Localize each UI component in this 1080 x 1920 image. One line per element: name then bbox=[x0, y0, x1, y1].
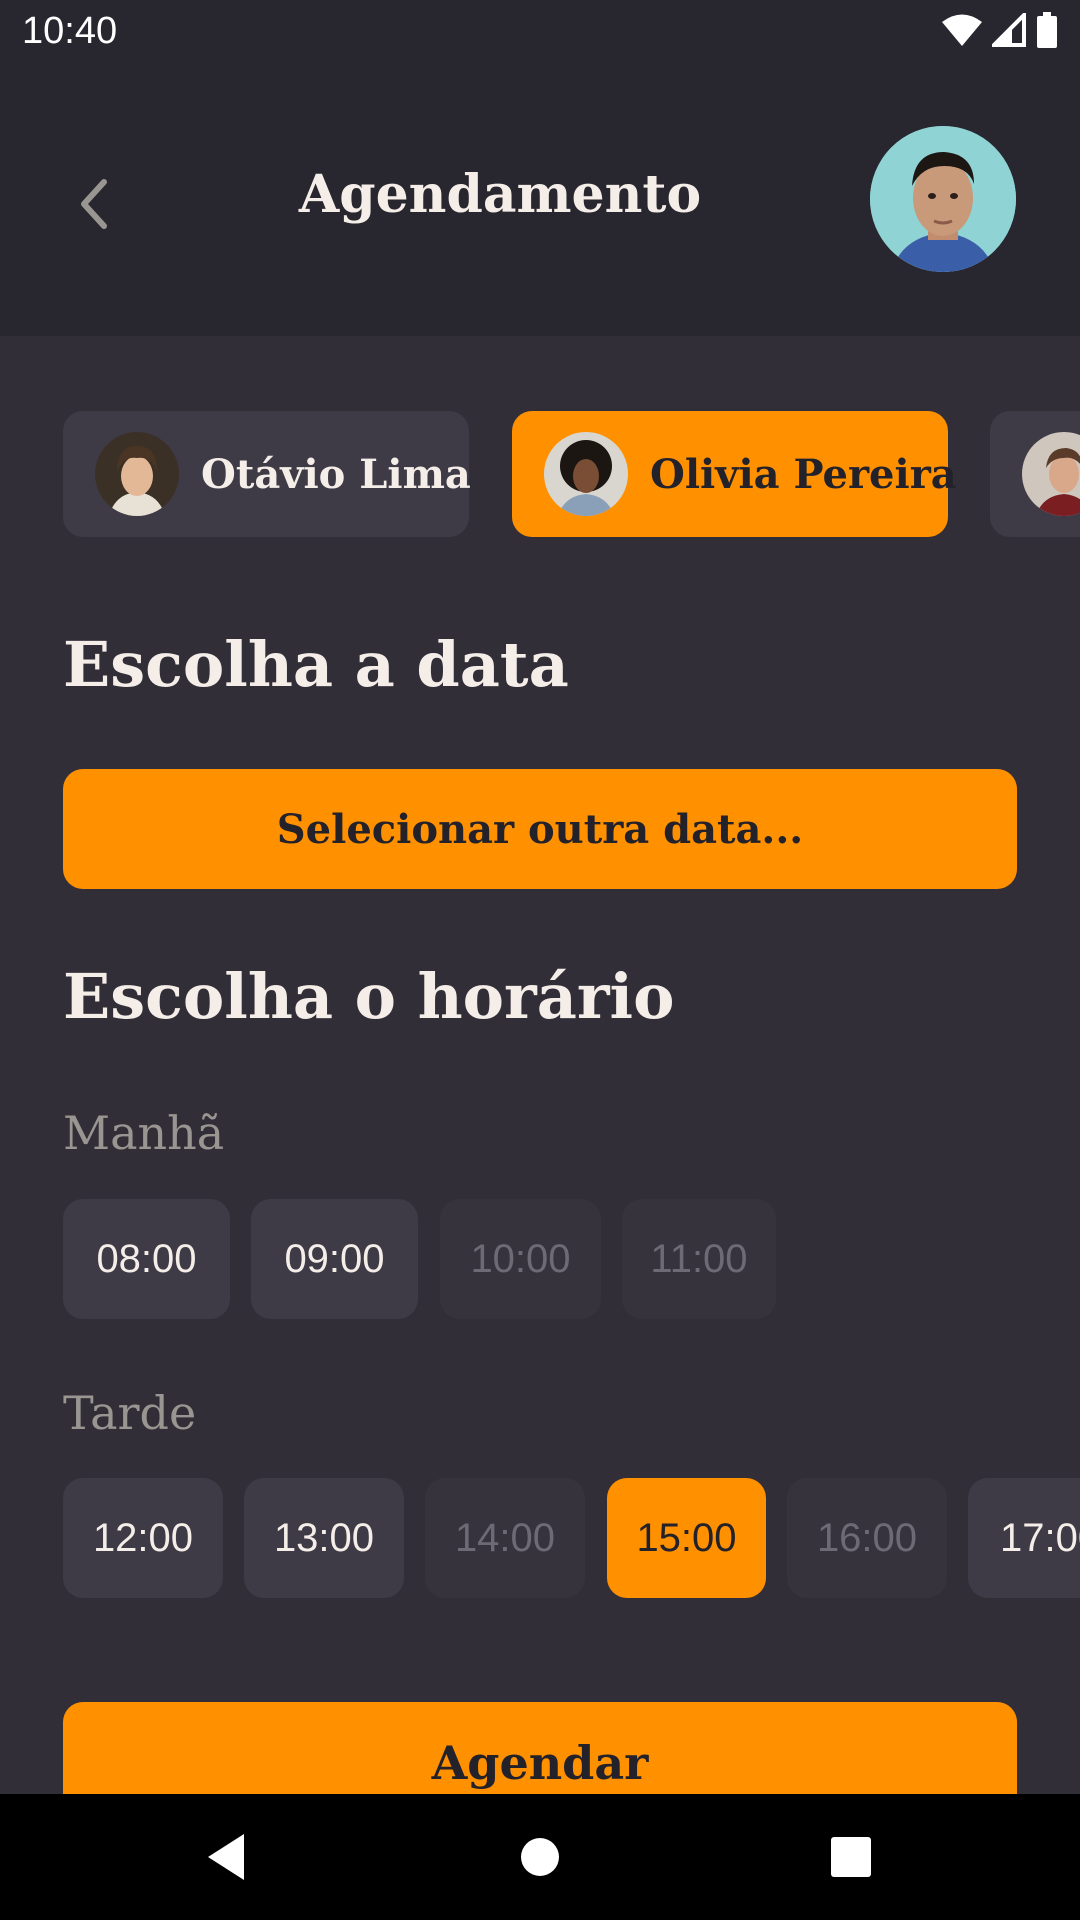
status-icons bbox=[942, 12, 1058, 48]
provider-card-partial[interactable] bbox=[990, 411, 1080, 537]
nav-back-icon[interactable] bbox=[200, 1824, 266, 1890]
hour-slot-unavailable: 14:00 bbox=[425, 1478, 585, 1598]
time-section-title: Escolha o horário bbox=[63, 960, 675, 1033]
provider-avatar bbox=[1022, 432, 1080, 516]
morning-label: Manhã bbox=[63, 1106, 225, 1160]
app-header: Agendamento bbox=[0, 64, 1080, 336]
provider-avatar bbox=[95, 432, 179, 516]
system-nav-bar bbox=[0, 1794, 1080, 1920]
provider-list: Otávio Lima Olivia Pereira bbox=[63, 411, 1080, 537]
hour-slot[interactable]: 09:00 bbox=[251, 1199, 418, 1319]
battery-icon bbox=[1037, 12, 1057, 48]
nav-recents-icon[interactable] bbox=[818, 1824, 884, 1890]
nav-home-icon[interactable] bbox=[507, 1824, 573, 1890]
hour-slot[interactable]: 08:00 bbox=[63, 1199, 230, 1319]
date-section-title: Escolha a data bbox=[63, 628, 569, 701]
status-time: 10:40 bbox=[22, 10, 118, 52]
hour-slot-unavailable: 10:00 bbox=[440, 1199, 601, 1319]
hour-slot-unavailable: 11:00 bbox=[622, 1199, 776, 1319]
page-title: Agendamento bbox=[298, 164, 702, 225]
afternoon-hours: 12:00 13:00 14:00 15:00 16:00 17:00 bbox=[0, 1478, 1080, 1598]
hour-slot-selected[interactable]: 15:00 bbox=[607, 1478, 766, 1598]
morning-hours: 08:00 09:00 10:00 11:00 bbox=[0, 1199, 1080, 1319]
afternoon-label: Tarde bbox=[63, 1386, 197, 1440]
hour-slot-unavailable: 16:00 bbox=[787, 1478, 947, 1598]
provider-name: Olivia Pereira bbox=[650, 450, 957, 498]
status-bar: 10:40 bbox=[0, 0, 1080, 64]
provider-card-otavio-lima[interactable]: Otávio Lima bbox=[63, 411, 471, 537]
provider-name: Otávio Lima bbox=[201, 450, 471, 498]
user-avatar[interactable] bbox=[870, 126, 1016, 272]
wifi-icon bbox=[942, 14, 982, 46]
hour-slot[interactable]: 13:00 bbox=[244, 1478, 404, 1598]
signal-icon bbox=[992, 13, 1026, 47]
provider-avatar bbox=[544, 432, 628, 516]
hour-slot[interactable]: 17:00 bbox=[968, 1478, 1080, 1598]
provider-card-olivia-pereira[interactable]: Olivia Pereira bbox=[512, 411, 957, 537]
select-date-button[interactable]: Selecionar outra data... bbox=[63, 769, 1017, 889]
hour-slot[interactable]: 12:00 bbox=[63, 1478, 223, 1598]
